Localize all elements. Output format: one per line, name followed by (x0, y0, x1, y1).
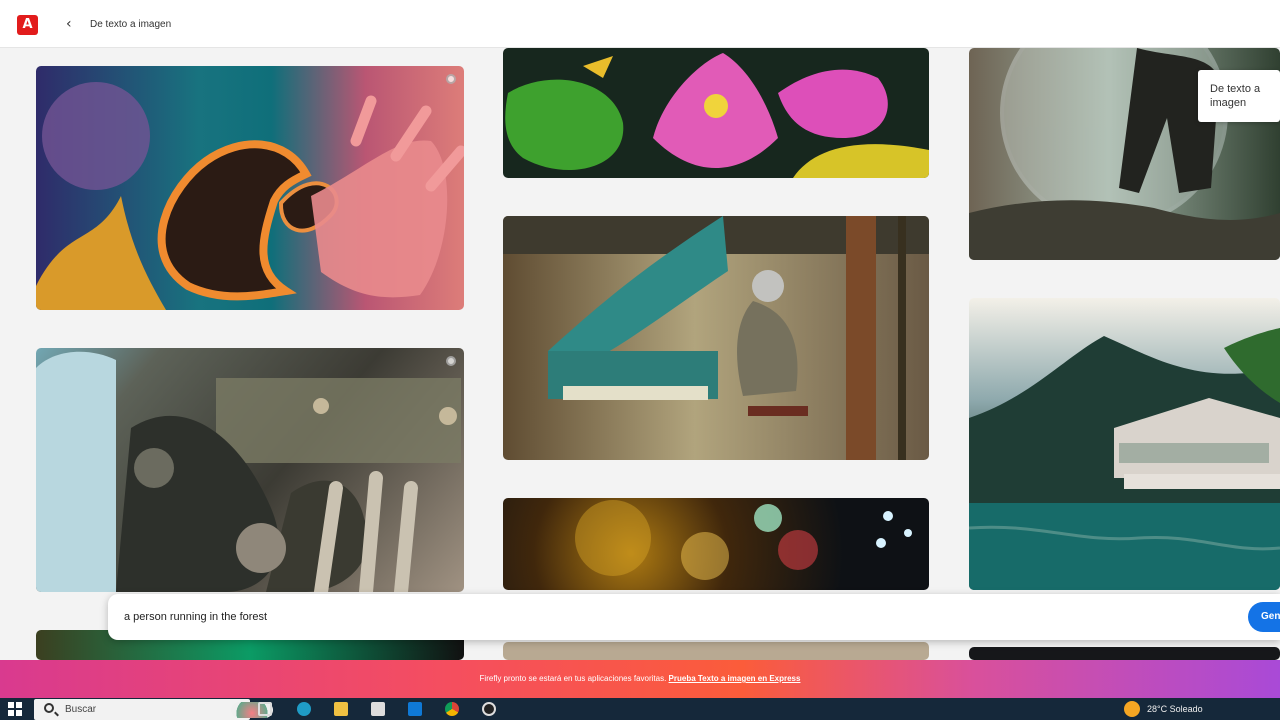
obs-icon[interactable] (482, 702, 496, 716)
windows-start-icon[interactable] (8, 702, 22, 716)
tooltip: De texto a imagen (1198, 70, 1280, 122)
gallery-image-piano[interactable] (503, 216, 929, 460)
mail-icon[interactable] (408, 702, 422, 716)
back-arrow-icon[interactable]: ‹ (66, 16, 72, 32)
gallery-image-lake-house[interactable] (969, 298, 1280, 590)
gallery-image-seahorse[interactable] (36, 66, 464, 310)
store-icon[interactable] (371, 702, 385, 716)
file-explorer-icon[interactable] (334, 702, 348, 716)
chrome-icon[interactable] (445, 702, 459, 716)
seahorse-illustration (36, 82, 464, 310)
flowers-illustration (505, 53, 929, 178)
search-icon (44, 703, 54, 713)
piano-illustration (503, 216, 929, 460)
prompt-input[interactable] (124, 607, 1024, 627)
image-options-icon[interactable] (446, 74, 456, 84)
gallery-image-partial-3[interactable] (969, 647, 1280, 660)
gallery-image-flowers[interactable] (503, 48, 929, 178)
promo-banner: Firefly pronto se estará en tus aplicaci… (0, 660, 1280, 698)
gallery-image-partial-2[interactable] (503, 642, 929, 660)
weather-sun-icon[interactable] (1124, 701, 1140, 717)
top-bar: A ‹ De texto a imagen (0, 0, 1280, 48)
edge-icon[interactable] (297, 702, 311, 716)
generate-button[interactable]: Gen (1248, 602, 1280, 632)
firefly-page: A ‹ De texto a imagen De texto a imagen … (0, 0, 1280, 720)
page-title: De texto a imagen (90, 19, 172, 30)
adobe-logo-icon[interactable]: A (17, 15, 38, 35)
lake-house-illustration (969, 328, 1280, 590)
gallery-image-bokeh[interactable] (503, 498, 929, 590)
taskbar-search-box[interactable]: Buscar (34, 699, 273, 720)
weather-status[interactable]: 28°C Soleado (1147, 704, 1203, 714)
banner-link[interactable]: Prueba Texto a imagen en Express (669, 674, 801, 683)
banner-text: Firefly pronto se estará en tus aplicaci… (479, 674, 667, 683)
prompt-bar: Gen (108, 594, 1280, 640)
task-view-icon[interactable] (258, 702, 272, 716)
engine-illustration (36, 351, 461, 592)
search-placeholder: Buscar (65, 704, 97, 715)
gallery-image-engine[interactable] (36, 348, 464, 592)
windows-taskbar: Buscar 28°C Soleado (0, 698, 1280, 720)
bokeh-illustration (575, 500, 912, 580)
image-options-icon[interactable] (446, 356, 456, 366)
